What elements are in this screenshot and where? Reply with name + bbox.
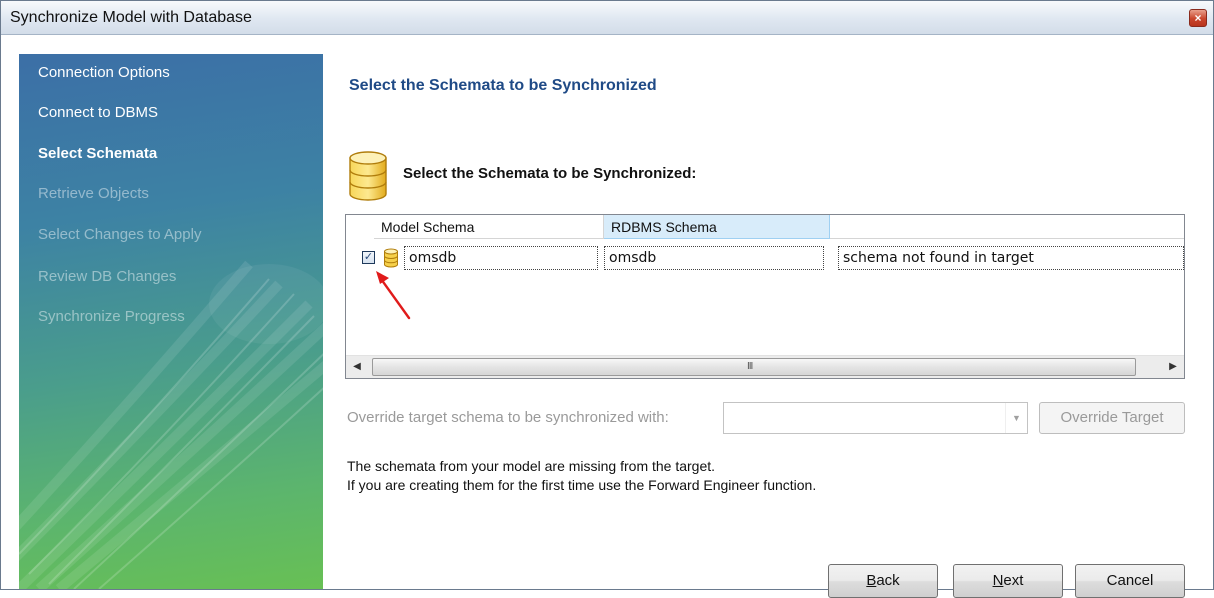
override-target-label: Override target schema to be synchronize…	[347, 409, 669, 426]
step-select-changes: Select Changes to Apply	[38, 226, 202, 243]
scroll-grip-icon: III	[747, 361, 753, 372]
scroll-right-button[interactable]: ▶	[1162, 356, 1184, 378]
close-button[interactable]: ×	[1189, 9, 1207, 27]
override-target-button[interactable]: Override Target	[1039, 402, 1185, 434]
horizontal-scrollbar[interactable]: ◀ III ▶	[346, 355, 1184, 378]
checkmark-icon: ✓	[363, 251, 374, 263]
wizard-content: Select the Schemata to be Synchronized S…	[323, 35, 1213, 598]
step-review-db-changes: Review DB Changes	[38, 268, 177, 285]
schema-row-checkbox[interactable]: ✓	[362, 251, 375, 264]
database-icon	[349, 151, 387, 201]
chevron-down-icon[interactable]: ▼	[1005, 403, 1027, 433]
column-header-model-schema[interactable]: Model Schema	[374, 215, 604, 239]
next-button[interactable]: Next	[953, 564, 1063, 598]
scroll-left-button[interactable]: ◀	[346, 356, 368, 378]
cell-status: schema not found in target	[838, 246, 1184, 270]
section-title: Select the Schemata to be Synchronized:	[403, 165, 697, 182]
info-message: The schemata from your model are missing…	[347, 457, 816, 495]
step-connection-options: Connection Options	[38, 64, 170, 81]
back-mnemonic: B	[866, 572, 877, 589]
column-header-rdbms-schema[interactable]: RDBMS Schema	[604, 215, 830, 239]
step-retrieve-objects: Retrieve Objects	[38, 185, 149, 202]
wizard-sidebar: Connection Options Connect to DBMS Selec…	[19, 54, 323, 589]
red-arrow-icon	[376, 271, 411, 320]
scroll-thumb[interactable]: III	[372, 358, 1136, 376]
cancel-button[interactable]: Cancel	[1075, 564, 1185, 598]
info-message-line: The schemata from your model are missing…	[347, 458, 716, 474]
next-label: ext	[1003, 572, 1024, 589]
database-icon	[384, 248, 398, 268]
step-connect-to-dbms: Connect to DBMS	[38, 104, 159, 121]
override-target-select[interactable]: ▼	[723, 402, 1028, 434]
title-bar[interactable]: Synchronize Model with Database ×	[1, 1, 1213, 35]
info-message-line: If you are creating them for the first t…	[347, 477, 817, 493]
cell-rdbms-schema[interactable]: omsdb	[604, 246, 824, 270]
dialog-window: Synchronize Model with Database × Connec…	[0, 0, 1214, 598]
back-button[interactable]: Back	[828, 564, 938, 598]
schema-table[interactable]: Model Schema RDBMS Schema ✓ omsdb omsdb …	[345, 214, 1185, 379]
step-select-schemata: Select Schemata	[38, 145, 158, 162]
cell-model-schema[interactable]: omsdb	[404, 246, 598, 270]
back-label: ack	[876, 572, 900, 589]
page-title: Select the Schemata to be Synchronized	[349, 77, 657, 94]
step-synchronize-progress: Synchronize Progress	[38, 308, 185, 325]
next-mnemonic: N	[992, 572, 1004, 589]
close-icon: ×	[1194, 11, 1202, 25]
column-header-status	[830, 215, 1184, 239]
window-title: Synchronize Model with Database	[10, 9, 252, 26]
